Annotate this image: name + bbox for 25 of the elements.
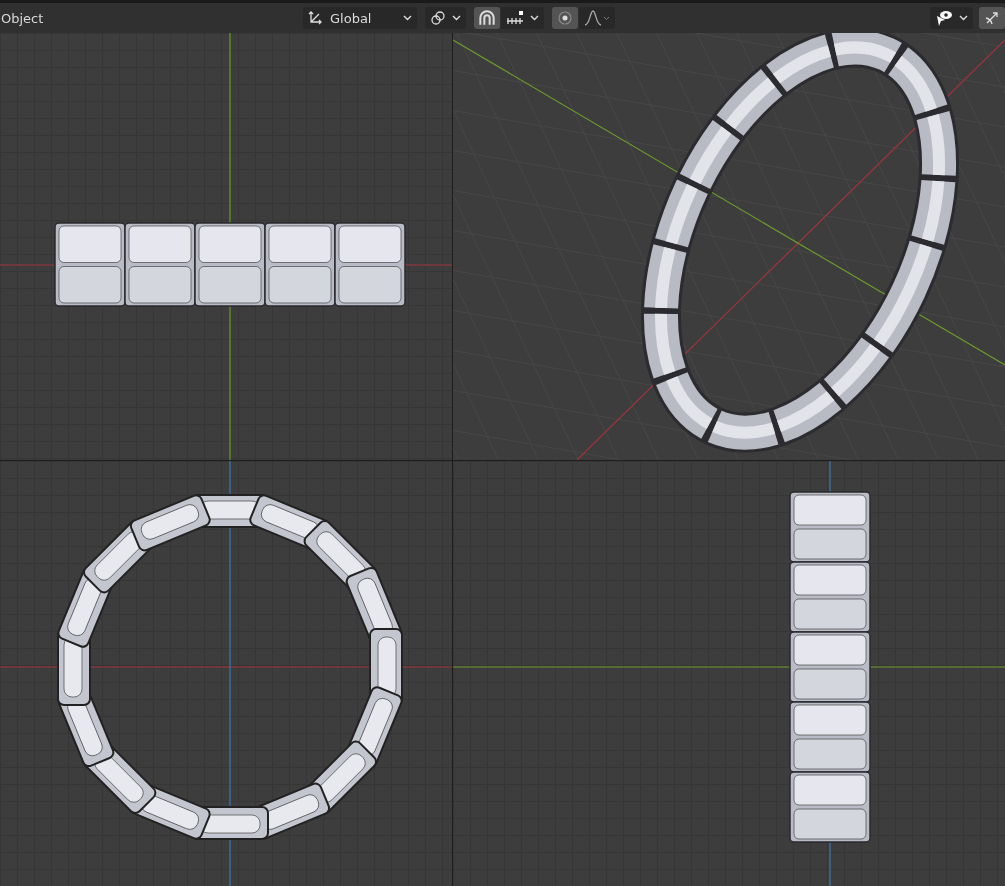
gizmo-toggle[interactable] (979, 7, 1005, 29)
snap-dropdown[interactable] (501, 7, 545, 29)
curve-icon (584, 10, 611, 26)
proportional-editing-toggle[interactable] (552, 7, 579, 29)
viewport[interactable] (0, 33, 452, 460)
gizmo-icon (984, 10, 1000, 26)
orientation-dropdown[interactable]: Global (303, 7, 418, 29)
viewport[interactable] (453, 461, 1005, 886)
caret-icon (403, 15, 413, 21)
snap-toggle[interactable] (474, 7, 501, 29)
magnet-icon (479, 10, 496, 26)
pivot-dropdown[interactable] (425, 7, 467, 29)
viewport[interactable] (0, 461, 452, 886)
falloff-dropdown[interactable] (579, 7, 616, 29)
caret-icon (959, 15, 968, 21)
axes-icon (308, 10, 324, 26)
caret-icon (452, 15, 462, 21)
eye-arrow-icon (935, 9, 953, 27)
mode-label: Object (0, 10, 45, 26)
viewport[interactable] (453, 33, 1005, 460)
visibility-dropdown[interactable] (930, 7, 973, 29)
link-icon (430, 10, 447, 26)
increment-icon (506, 11, 525, 25)
target-icon (557, 10, 574, 26)
caret-icon (530, 15, 540, 21)
